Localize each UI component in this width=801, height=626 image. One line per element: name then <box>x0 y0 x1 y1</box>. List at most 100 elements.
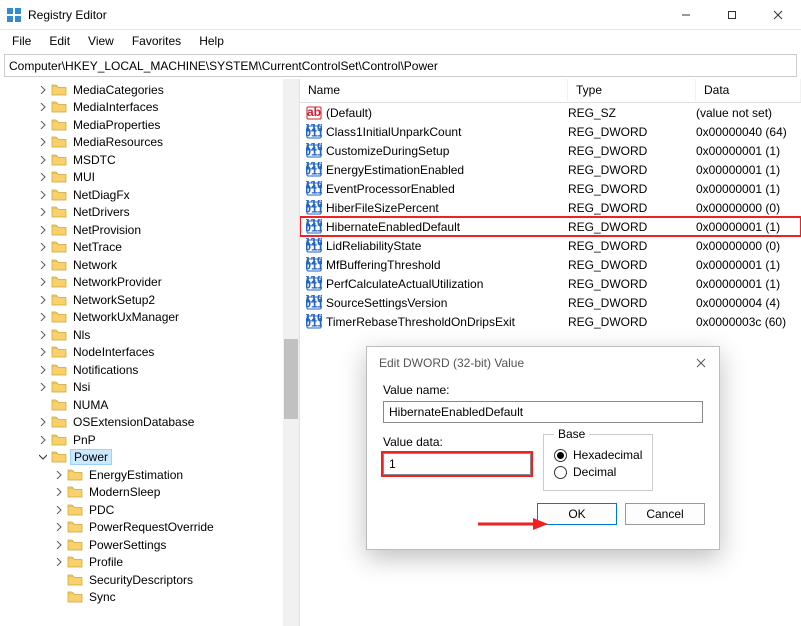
chevron-down-icon[interactable] <box>36 450 50 464</box>
maximize-button[interactable] <box>709 0 755 30</box>
chevron-right-icon[interactable] <box>36 118 50 132</box>
chevron-right-icon[interactable] <box>36 135 50 149</box>
chevron-right-icon[interactable] <box>36 328 50 342</box>
chevron-right-icon[interactable] <box>36 170 50 184</box>
chevron-right-icon[interactable] <box>52 485 66 499</box>
column-header-type[interactable]: Type <box>568 79 696 102</box>
chevron-right-icon[interactable] <box>36 205 50 219</box>
tree-item-networkprovider[interactable]: NetworkProvider <box>0 274 299 292</box>
tree-item-profile[interactable]: Profile <box>0 554 299 572</box>
tree-pane[interactable]: MediaCategoriesMediaInterfacesMediaPrope… <box>0 79 300 626</box>
tree-scrollbar[interactable] <box>283 79 299 626</box>
value-data-input[interactable] <box>383 453 531 475</box>
tree-item-sync[interactable]: Sync <box>0 589 299 607</box>
tree-item-powerrequestoverride[interactable]: PowerRequestOverride <box>0 519 299 537</box>
chevron-right-icon[interactable] <box>36 433 50 447</box>
tree-item-pdc[interactable]: PDC <box>0 501 299 519</box>
tree-item-osextensiondatabase[interactable]: OSExtensionDatabase <box>0 414 299 432</box>
chevron-right-icon[interactable] <box>52 555 66 569</box>
chevron-right-icon[interactable] <box>52 503 66 517</box>
value-row[interactable]: ab(Default)REG_SZ(value not set) <box>300 103 801 122</box>
value-row[interactable]: 110011HibernateEnabledDefaultREG_DWORD0x… <box>300 217 801 236</box>
tree-item-mui[interactable]: MUI <box>0 169 299 187</box>
chevron-right-icon[interactable] <box>36 293 50 307</box>
value-row[interactable]: 110011PerfCalculateActualUtilizationREG_… <box>300 274 801 293</box>
chevron-right-icon[interactable] <box>36 153 50 167</box>
column-header-name[interactable]: Name <box>300 79 568 102</box>
chevron-right-icon[interactable] <box>36 363 50 377</box>
menu-favorites[interactable]: Favorites <box>124 32 189 50</box>
tree-item-networksetup2[interactable]: NetworkSetup2 <box>0 291 299 309</box>
chevron-right-icon[interactable] <box>36 345 50 359</box>
menu-file[interactable]: File <box>4 32 39 50</box>
tree-item-label: Nsi <box>73 380 90 394</box>
folder-icon <box>51 258 67 272</box>
chevron-right-icon[interactable] <box>36 83 50 97</box>
tree-item-modernsleep[interactable]: ModernSleep <box>0 484 299 502</box>
tree-item-securitydescriptors[interactable]: SecurityDescriptors <box>0 571 299 589</box>
chevron-right-icon[interactable] <box>52 520 66 534</box>
chevron-right-icon[interactable] <box>36 188 50 202</box>
scrollbar-thumb[interactable] <box>284 339 298 419</box>
value-row[interactable]: 110011EnergyEstimationEnabledREG_DWORD0x… <box>300 160 801 179</box>
menu-bar: File Edit View Favorites Help <box>0 30 801 52</box>
tree-item-powersettings[interactable]: PowerSettings <box>0 536 299 554</box>
tree-item-netdrivers[interactable]: NetDrivers <box>0 204 299 222</box>
tree-item-nettrace[interactable]: NetTrace <box>0 239 299 257</box>
value-row[interactable]: 110011LidReliabilityStateREG_DWORD0x0000… <box>300 236 801 255</box>
close-button[interactable] <box>755 0 801 30</box>
value-name-input[interactable] <box>383 401 703 423</box>
menu-view[interactable]: View <box>80 32 122 50</box>
menu-edit[interactable]: Edit <box>41 32 78 50</box>
radio-decimal[interactable]: Decimal <box>554 465 642 479</box>
chevron-right-icon[interactable] <box>36 258 50 272</box>
tree-item-pnp[interactable]: PnP <box>0 431 299 449</box>
tree-item-nodeinterfaces[interactable]: NodeInterfaces <box>0 344 299 362</box>
tree-item-power[interactable]: Power <box>0 449 299 467</box>
column-header-data[interactable]: Data <box>696 79 801 102</box>
tree-item-energyestimation[interactable]: EnergyEstimation <box>0 466 299 484</box>
value-row[interactable]: 110011CustomizeDuringSetupREG_DWORD0x000… <box>300 141 801 160</box>
tree-item-mediaproperties[interactable]: MediaProperties <box>0 116 299 134</box>
chevron-right-icon[interactable] <box>36 415 50 429</box>
value-row[interactable]: 110011Class1InitialUnparkCountREG_DWORD0… <box>300 122 801 141</box>
menu-help[interactable]: Help <box>191 32 232 50</box>
tree-item-label: EnergyEstimation <box>89 468 183 482</box>
svg-text:011: 011 <box>306 182 322 196</box>
chevron-right-icon[interactable] <box>36 223 50 237</box>
value-name-cell: MfBufferingThreshold <box>326 258 568 272</box>
tree-item-mediainterfaces[interactable]: MediaInterfaces <box>0 99 299 117</box>
folder-icon <box>51 415 67 429</box>
value-row[interactable]: 110011HiberFileSizePercentREG_DWORD0x000… <box>300 198 801 217</box>
tree-item-netdiagfx[interactable]: NetDiagFx <box>0 186 299 204</box>
tree-item-mediacategories[interactable]: MediaCategories <box>0 81 299 99</box>
tree-item-notifications[interactable]: Notifications <box>0 361 299 379</box>
tree-item-networkuxmanager[interactable]: NetworkUxManager <box>0 309 299 327</box>
address-bar[interactable]: Computer\HKEY_LOCAL_MACHINE\SYSTEM\Curre… <box>4 54 797 77</box>
chevron-right-icon[interactable] <box>36 240 50 254</box>
value-row[interactable]: 110011TimerRebaseThresholdOnDripsExitREG… <box>300 312 801 331</box>
tree-item-mediaresources[interactable]: MediaResources <box>0 134 299 152</box>
tree-item-nls[interactable]: Nls <box>0 326 299 344</box>
ok-button[interactable]: OK <box>537 503 617 525</box>
tree-item-netprovision[interactable]: NetProvision <box>0 221 299 239</box>
dialog-close-button[interactable] <box>695 357 707 369</box>
chevron-right-icon[interactable] <box>36 100 50 114</box>
tree-item-msdtc[interactable]: MSDTC <box>0 151 299 169</box>
chevron-right-icon[interactable] <box>52 468 66 482</box>
tree-item-numa[interactable]: NUMA <box>0 396 299 414</box>
chevron-right-icon[interactable] <box>36 380 50 394</box>
cancel-button[interactable]: Cancel <box>625 503 705 525</box>
chevron-right-icon[interactable] <box>52 538 66 552</box>
radio-hex-label: Hexadecimal <box>573 448 642 462</box>
radio-hexadecimal[interactable]: Hexadecimal <box>554 448 642 462</box>
value-row[interactable]: 110011SourceSettingsVersionREG_DWORD0x00… <box>300 293 801 312</box>
tree-item-network[interactable]: Network <box>0 256 299 274</box>
tree-item-nsi[interactable]: Nsi <box>0 379 299 397</box>
chevron-right-icon[interactable] <box>36 310 50 324</box>
minimize-button[interactable] <box>663 0 709 30</box>
value-row[interactable]: 110011EventProcessorEnabledREG_DWORD0x00… <box>300 179 801 198</box>
binary-value-icon: 110011 <box>306 314 322 330</box>
value-row[interactable]: 110011MfBufferingThresholdREG_DWORD0x000… <box>300 255 801 274</box>
chevron-right-icon[interactable] <box>36 275 50 289</box>
